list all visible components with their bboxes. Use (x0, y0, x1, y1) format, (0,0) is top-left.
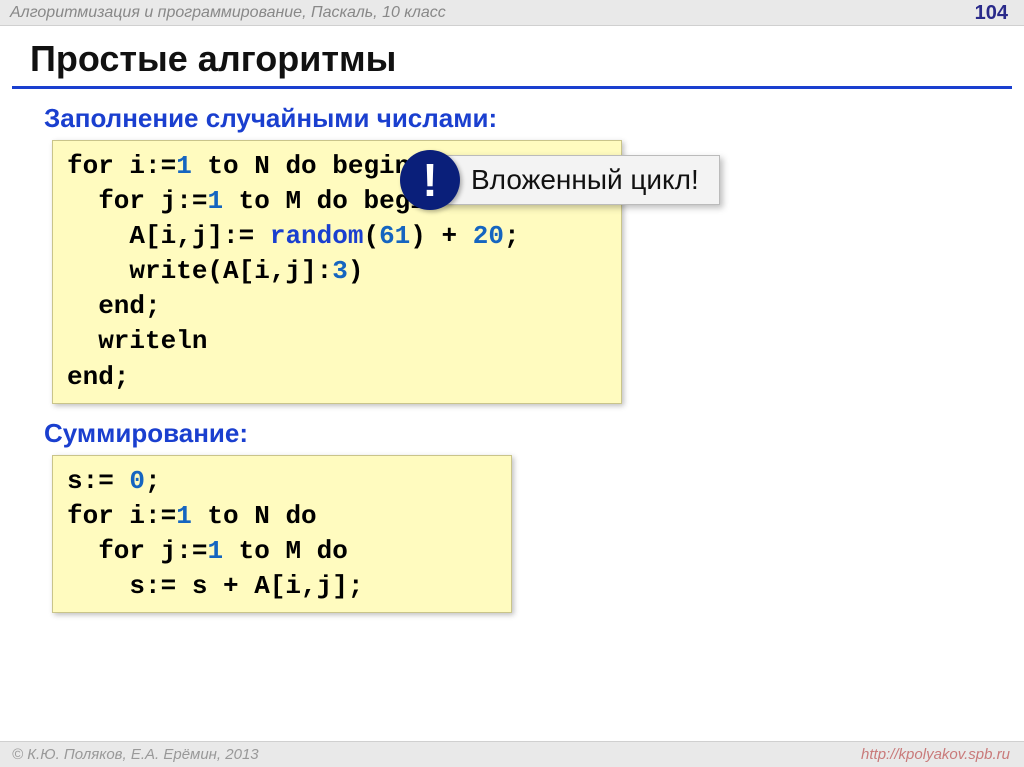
footer-copyright: © К.Ю. Поляков, Е.А. Ерёмин, 2013 (12, 746, 259, 763)
code-line: end; (67, 362, 129, 392)
slide-title: Простые алгоритмы (30, 38, 1024, 80)
header-subtitle: Алгоритмизация и программирование, Паска… (10, 4, 446, 22)
code-line: for i:=1 to N do (67, 501, 317, 531)
footer-url: http://kpolyakov.spb.ru (861, 746, 1010, 763)
callout: ! Вложенный цикл! (400, 150, 720, 210)
header-bar: Алгоритмизация и программирование, Паска… (0, 0, 1024, 26)
code-line: A[i,j]:= random(61) + 20; (67, 221, 520, 251)
page-number: 104 (975, 2, 1008, 25)
title-divider (12, 86, 1012, 89)
code-line: for i:=1 to N do begin (67, 151, 410, 181)
slide: Алгоритмизация и программирование, Паска… (0, 0, 1024, 767)
section2-label: Суммирование: (44, 418, 1024, 449)
code-line: for j:=1 to M do begin (67, 186, 441, 216)
footer-bar: © К.Ю. Поляков, Е.А. Ерёмин, 2013 http:/… (0, 741, 1024, 767)
exclamation-icon: ! (400, 150, 460, 210)
code-line: end; (67, 291, 161, 321)
code-line: write(A[i,j]:3) (67, 256, 363, 286)
code-line: s:= s + A[i,j]; (67, 571, 363, 601)
code-block-2: s:= 0; for i:=1 to N do for j:=1 to M do… (52, 455, 512, 613)
code-line: for j:=1 to M do (67, 536, 348, 566)
section1-label: Заполнение случайными числами: (44, 103, 1024, 134)
code-line: s:= 0; (67, 466, 161, 496)
callout-text: Вложенный цикл! (442, 155, 720, 205)
code-line: writeln (67, 326, 207, 356)
